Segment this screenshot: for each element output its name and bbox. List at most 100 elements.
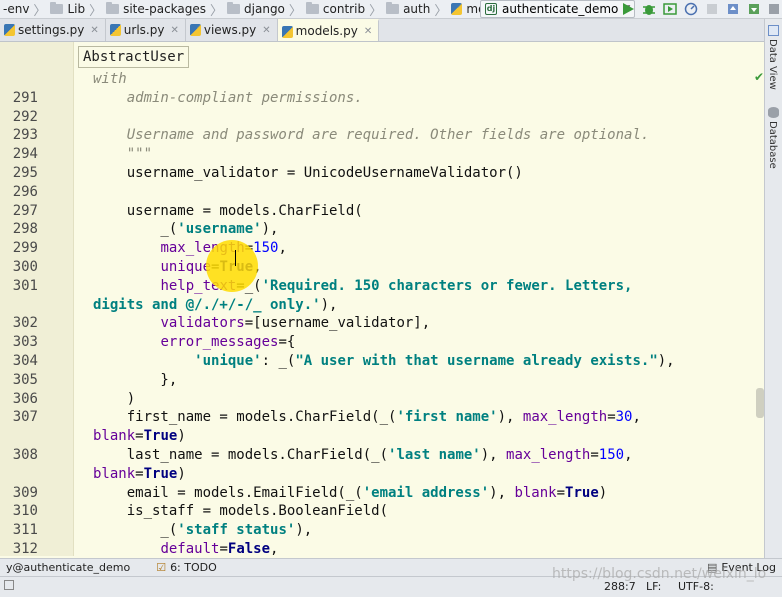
code-text: """ <box>126 146 153 163</box>
vcs-update-icon[interactable] <box>725 1 741 17</box>
code-line[interactable]: 305 }, <box>0 371 178 390</box>
breadcrumb-site-packages[interactable]: site-packages <box>103 0 209 19</box>
tab-settings-py[interactable]: settings.py ✕ <box>0 19 106 41</box>
line-number: 307 <box>12 409 38 426</box>
code-line[interactable]: 296 <box>0 183 38 202</box>
todo-icon: ☑ <box>156 561 167 574</box>
code-text: email = models.EmailField(_('email addre… <box>93 484 608 501</box>
code-text: blank=True) <box>93 465 186 482</box>
tool-windows-icon[interactable] <box>4 580 14 590</box>
todo-tool-button[interactable]: ☑ 6: TODO <box>150 561 223 574</box>
line-number: 306 <box>12 390 38 407</box>
close-icon[interactable]: ✕ <box>262 25 270 36</box>
breadcrumb-env[interactable]: -env <box>0 0 32 19</box>
line-number: 299 <box>12 240 38 257</box>
inspection-ok-icon: ✔ <box>754 70 764 84</box>
close-icon[interactable]: ✕ <box>364 26 372 37</box>
python-file-icon <box>451 3 463 15</box>
structure-breadcrumb[interactable]: AbstractUser <box>78 46 190 68</box>
breadcrumb-auth[interactable]: auth <box>383 0 433 19</box>
breadcrumb-label: django <box>244 2 285 16</box>
folder-icon <box>106 2 120 14</box>
django-icon: dj <box>485 3 497 15</box>
code-line[interactable]: 308 last_name = models.CharField(_('last… <box>0 446 633 465</box>
code-line[interactable]: 294 """ <box>0 145 152 164</box>
code-text: username_validator = UnicodeUsernameVali… <box>93 164 523 181</box>
tab-views-py[interactable]: views.py ✕ <box>186 19 278 41</box>
database-tool-button[interactable]: Database <box>767 121 778 169</box>
line-number: 298 <box>12 221 38 238</box>
folder-icon <box>50 2 64 14</box>
code-line[interactable]: 303 error_messages={ <box>0 333 296 352</box>
tab-label: urls.py <box>123 23 165 37</box>
code-editor[interactable]: with 291 admin-compliant permissions. 292 2… <box>0 42 764 556</box>
code-line[interactable]: digits and @/./+/-/_ only.'), <box>0 296 337 315</box>
code-text: default=False, <box>160 540 279 556</box>
tab-label: views.py <box>203 23 257 37</box>
code-line[interactable]: 310 is_staff = models.BooleanField( <box>0 502 388 521</box>
code-line[interactable]: 304 'unique': _("A user with that userna… <box>0 352 675 371</box>
debug-icon[interactable] <box>641 1 657 17</box>
code-line[interactable]: 297 username = models.CharField( <box>0 202 363 221</box>
line-number: 292 <box>12 108 38 125</box>
code-line[interactable]: 298 _('username'), <box>0 220 279 239</box>
data-view-tool-button[interactable]: Data View <box>767 39 778 90</box>
code-line[interactable]: 295 username_validator = UnicodeUsername… <box>0 164 523 183</box>
code-line[interactable]: 293 Username and password are required. … <box>0 126 650 145</box>
breadcrumb-lib[interactable]: Lib <box>47 0 88 19</box>
vcs-commit-icon[interactable] <box>746 1 762 17</box>
editor-tab-bar: settings.py ✕ urls.py ✕ views.py ✕ model… <box>0 19 764 42</box>
cursor-highlight <box>206 240 258 292</box>
python-file-icon <box>189 24 201 36</box>
code-line[interactable]: blank=True) <box>0 427 186 446</box>
code-line[interactable]: 291 admin-compliant permissions. <box>0 89 363 108</box>
breadcrumb-label: -env <box>3 2 30 16</box>
breadcrumb-contrib[interactable]: contrib <box>303 0 368 19</box>
code-text: help_text=_('Required. 150 characters or… <box>160 277 633 294</box>
run-configuration-label: authenticate_demo <box>502 2 619 16</box>
folder-icon <box>305 2 319 14</box>
stop-icon[interactable] <box>704 1 720 17</box>
tab-urls-py[interactable]: urls.py ✕ <box>106 19 186 41</box>
run-tool-label: y@authenticate_demo <box>6 561 131 574</box>
tab-models-py[interactable]: models.py ✕ <box>277 19 380 41</box>
code-text: _('username'), <box>93 221 279 238</box>
code-text: error_messages={ <box>160 334 296 351</box>
line-number: 310 <box>12 503 38 520</box>
watermark: https://blog.csdn.net/weixin_lo <box>552 566 767 582</box>
code-line[interactable]: 311 _('staff status'), <box>0 521 312 540</box>
code-line[interactable]: 307 first_name = models.CharField(_('fir… <box>0 408 641 427</box>
code-line[interactable]: 309 email = models.EmailField(_('email a… <box>0 484 608 503</box>
tab-label: settings.py <box>18 23 85 37</box>
settings-icon[interactable] <box>766 1 782 17</box>
code-line[interactable]: 312 default=False, <box>0 540 279 556</box>
tab-label: models.py <box>295 24 358 38</box>
close-icon[interactable]: ✕ <box>90 25 98 36</box>
code-line[interactable]: with <box>0 70 127 89</box>
profile-icon[interactable] <box>683 1 699 17</box>
code-line[interactable]: blank=True) <box>0 465 186 484</box>
code-line[interactable]: 302 validators=[username_validator], <box>0 314 430 333</box>
breadcrumb-separator: 〉 <box>434 3 448 19</box>
code-line[interactable]: 306 ) <box>0 390 135 409</box>
run-icon[interactable] <box>620 1 636 17</box>
run-configuration-select[interactable]: dj authenticate_demo ▼ <box>480 0 636 18</box>
run-with-coverage-icon[interactable] <box>662 1 678 17</box>
breadcrumb-django[interactable]: django <box>224 0 288 19</box>
code-lines: with 291 admin-compliant permissions. 292 2… <box>0 70 675 556</box>
line-number: 302 <box>12 315 38 332</box>
database-icon <box>768 107 779 118</box>
line-number: 296 <box>12 183 38 200</box>
line-number: 309 <box>12 484 38 501</box>
code-line[interactable]: 292 <box>0 108 38 127</box>
scrollbar-thumb[interactable] <box>756 388 764 418</box>
text-caret <box>235 250 236 266</box>
code-line[interactable]: 300 unique=True, <box>0 258 262 277</box>
run-tool-button[interactable]: y@authenticate_demo <box>0 561 136 574</box>
code-text: _('staff status'), <box>93 522 313 539</box>
close-icon[interactable]: ✕ <box>170 25 178 36</box>
code-line[interactable]: 301 help_text=_('Required. 150 character… <box>0 277 633 296</box>
breadcrumb-label: Lib <box>67 2 86 16</box>
line-number: 291 <box>12 89 38 106</box>
code-line[interactable]: 299 max_length=150, <box>0 239 287 258</box>
